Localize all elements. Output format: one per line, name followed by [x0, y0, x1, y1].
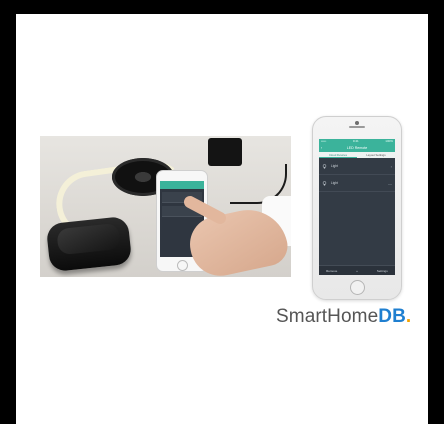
list-item[interactable]: Light —	[319, 175, 395, 192]
app-title: LED Remote	[346, 146, 368, 150]
speaker-grille	[349, 126, 365, 128]
settings-button[interactable]: Settings	[370, 269, 395, 273]
bulb-icon	[322, 163, 327, 168]
remove-button[interactable]: Remove	[319, 269, 344, 273]
tab-cloud-devices[interactable]: Cloud Devices	[319, 152, 357, 158]
photo-screen-titlebar	[160, 181, 204, 189]
app-titlebar: ‹ LED Remote	[319, 144, 395, 152]
logo-dot: .	[405, 306, 412, 327]
power-adapter	[208, 138, 242, 166]
chevron-right-icon: ›	[390, 163, 392, 169]
camera-icon	[355, 121, 359, 125]
photo-home-button	[177, 260, 188, 271]
list-item[interactable]: Light ›	[319, 158, 395, 175]
product-photo	[40, 136, 291, 277]
chevron-left-icon[interactable]: ‹	[321, 144, 322, 152]
list-item-label: Light	[331, 164, 338, 168]
tab-layout-settings[interactable]: Layout Settings	[357, 152, 395, 158]
canvas: ••••• 9:41 100% ‹ LED Remote Cloud Devic…	[16, 14, 428, 424]
smart-hub-top	[56, 222, 121, 256]
toggle-icon: —	[388, 180, 392, 186]
home-button	[350, 280, 365, 295]
tab-bar: Cloud Devices Layout Settings	[319, 152, 395, 158]
list-item-label: Light	[331, 181, 338, 185]
logo-db: DB	[378, 306, 406, 327]
smart-hub	[45, 215, 133, 273]
smartphone-mockup: ••••• 9:41 100% ‹ LED Remote Cloud Devic…	[312, 116, 402, 300]
smarthomedb-logo: SmartHomeDB.	[276, 306, 411, 328]
bulb-icon	[322, 180, 327, 185]
bottom-toolbar: Remove + Settings	[319, 265, 395, 275]
add-button[interactable]: +	[344, 269, 369, 273]
app-screen: ••••• 9:41 100% ‹ LED Remote Cloud Devic…	[319, 139, 395, 275]
logo-smarthome: SmartHome	[276, 306, 379, 327]
